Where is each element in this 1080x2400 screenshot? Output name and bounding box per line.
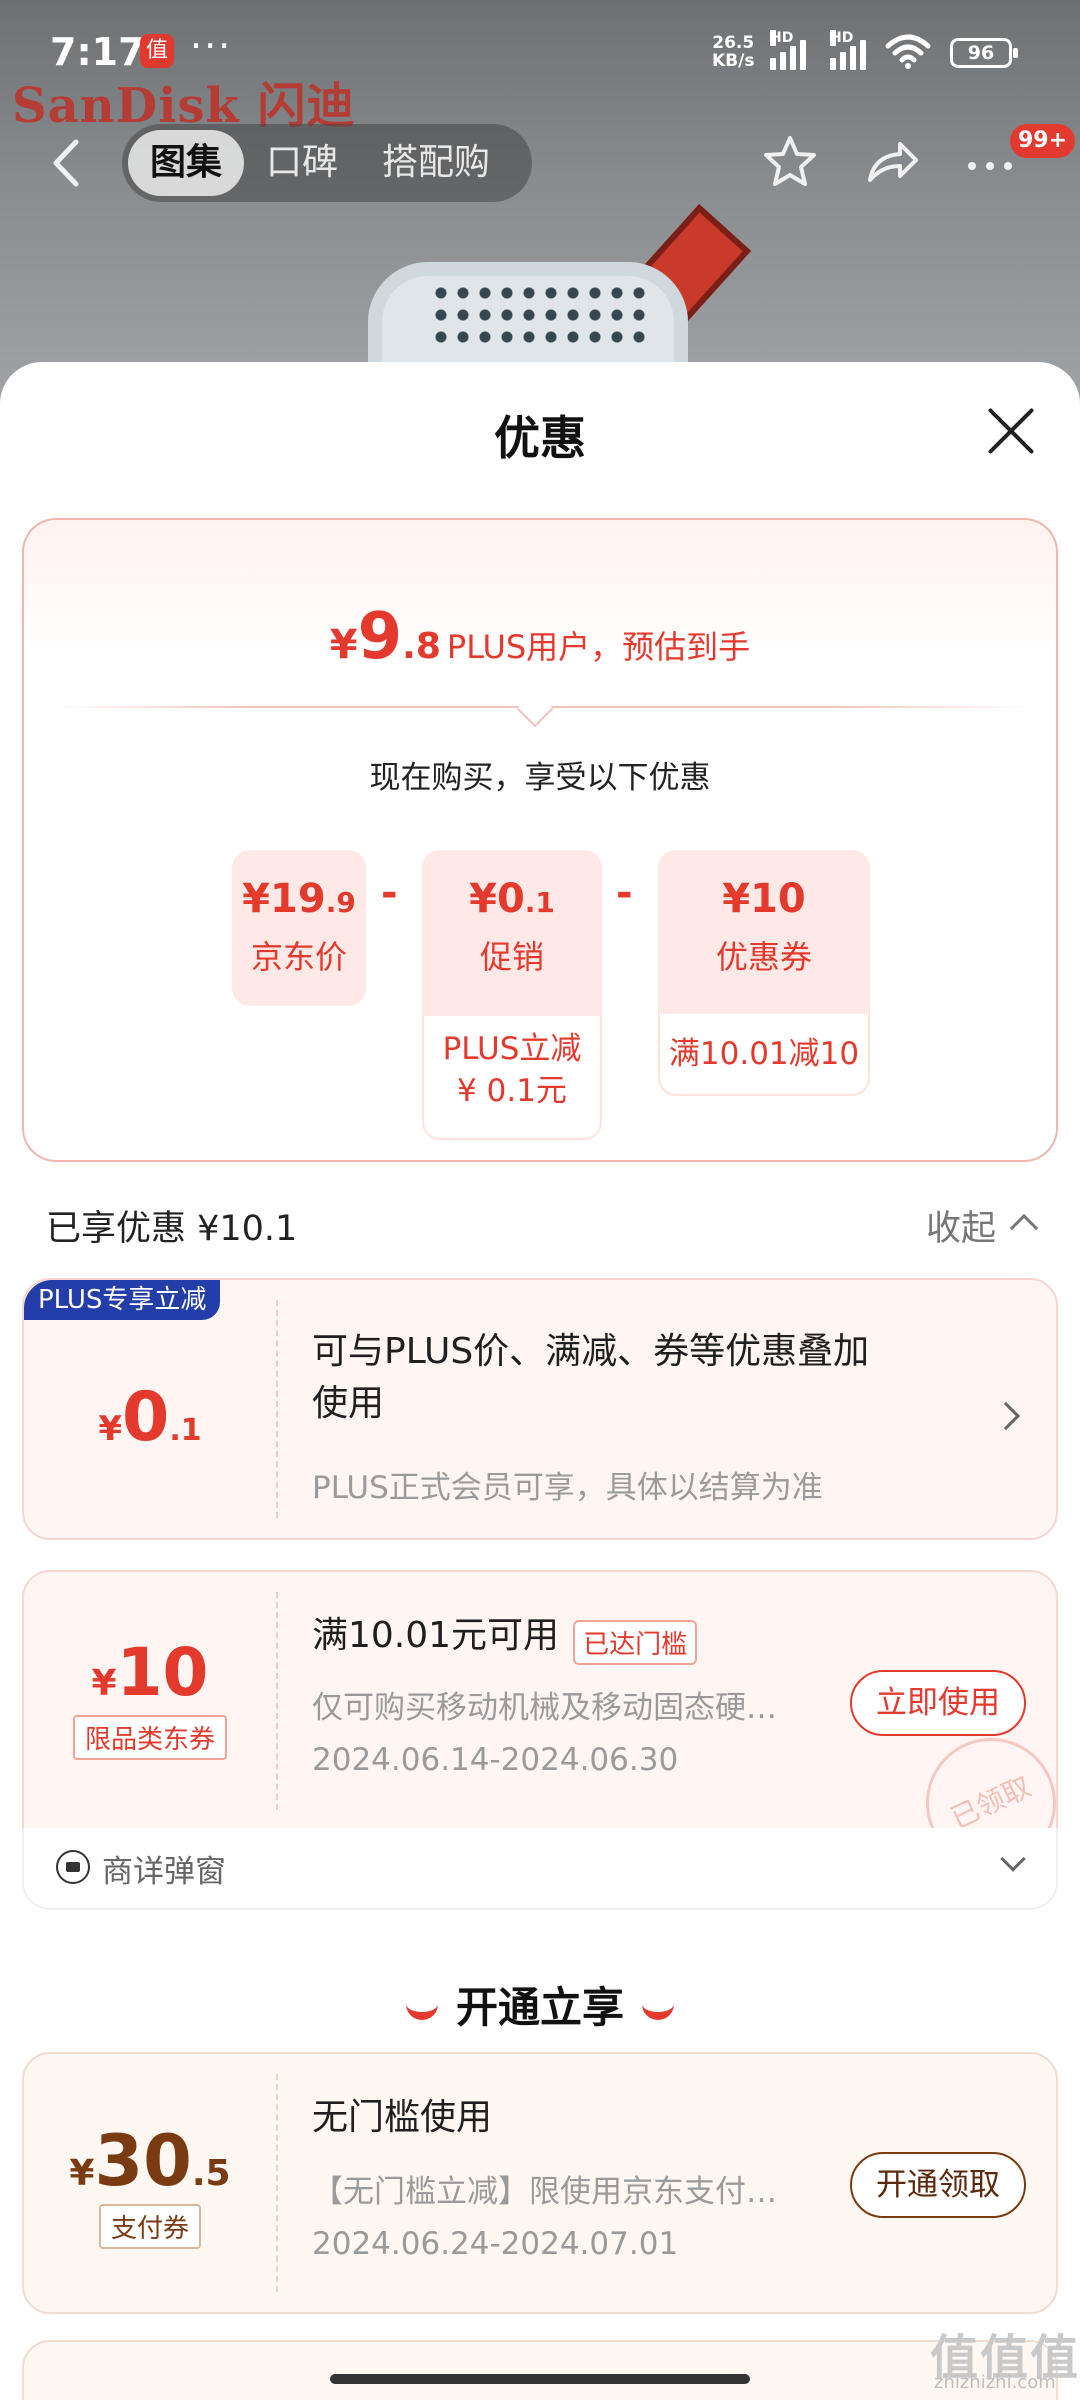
network-speed: 26.5 KB/s — [712, 33, 755, 71]
more-notifications-icon: ··· — [190, 24, 233, 68]
promotion-detail: PLUS立减 ¥ 0.1元 — [422, 1016, 602, 1140]
coupon-description: 仅可购买移动机械及移动固态硬… — [312, 1690, 777, 1726]
promotion-box: ¥0.1 促销 PLUS立减 ¥ 0.1元 — [422, 850, 602, 1140]
product-popup-row[interactable]: 商详弹窗 — [22, 1828, 1058, 1910]
close-button[interactable] — [984, 404, 1038, 458]
coupon-title: 满10.01元可用 — [312, 1615, 560, 1656]
back-arrow-icon[interactable] — [48, 138, 84, 188]
home-indicator[interactable] — [330, 2374, 750, 2384]
estimated-price: ¥9.8 PLUS用户，预估到手 — [329, 600, 751, 674]
chevron-down-icon[interactable] — [1000, 1846, 1026, 1872]
coupon-amount: ¥10 限品类东券 — [24, 1572, 276, 1830]
coupon-detail: 满10.01减10 — [658, 1014, 870, 1096]
product-tabs: 图集 口碑 搭配购 — [122, 124, 532, 202]
signal-1-icon: HD — [770, 30, 806, 70]
threshold-reached-tag: 已达门槛 — [573, 1620, 698, 1665]
smile-icon — [405, 2002, 438, 2020]
plus-discount-coupon[interactable]: ¥0.1 PLUS专享立减 可与PLUS价、满减、券等优惠叠加使用 PLUS正式… — [22, 1278, 1058, 1540]
chevron-up-icon[interactable] — [1009, 1213, 1039, 1243]
price-summary-card: ¥9.8 PLUS用户，预估到手 现在购买，享受以下优惠 ¥19.9 京东价 - … — [22, 518, 1058, 1162]
coupon-dates: 2024.06.14-2024.06.30 — [312, 1742, 679, 1778]
coupon-dates: 2024.06.24-2024.07.01 — [312, 2226, 679, 2262]
share-icon[interactable] — [862, 132, 922, 192]
tab-bundles[interactable]: 搭配购 — [360, 130, 512, 196]
enjoyed-discount-total: 已享优惠 ¥10.1 — [46, 1209, 298, 1249]
product-page-background: 7:17 值 ··· 26.5 KB/s HD HD 96 SanDisk 闪迪… — [0, 0, 1080, 420]
open-and-claim-button[interactable]: 开通领取 — [850, 2152, 1026, 2218]
coupon-box: ¥10 优惠券 满10.01减10 — [658, 850, 870, 1096]
jd-price-box: ¥19.9 京东价 — [232, 850, 366, 1006]
popup-label: 商详弹窗 — [102, 1854, 226, 1890]
popup-icon — [56, 1850, 90, 1884]
coupon-amount: ¥30.5 支付券 — [24, 2054, 276, 2312]
use-now-button[interactable]: 立即使用 — [850, 1670, 1026, 1736]
cart-count-badge: 99+ — [1010, 124, 1076, 158]
minus-sign: - — [616, 870, 633, 916]
sheet-title: 优惠 — [494, 411, 586, 465]
jd-coupon: ¥10 限品类东券 满10.01元可用 已达门槛 仅可购买移动机械及移动固态硬… … — [22, 1570, 1058, 1832]
favorite-star-icon[interactable] — [760, 132, 820, 192]
minus-sign: - — [381, 870, 398, 916]
coupon-type-tag: 限品类东券 — [72, 1715, 227, 1760]
coupon-type-tag: 支付券 — [98, 2204, 201, 2249]
payment-coupon: ¥30.5 支付券 无门槛使用 【无门槛立减】限使用京东支付… 2024.06.… — [22, 2052, 1058, 2314]
coupon-title: 无门槛使用 — [312, 2097, 493, 2138]
smile-icon — [642, 2002, 674, 2020]
divider-notch — [516, 690, 554, 728]
coupon-description: 【无门槛立减】限使用京东支付… — [312, 2174, 777, 2210]
wifi-icon — [885, 34, 931, 69]
discount-sheet: 优惠 ¥9.8 PLUS用户，预估到手 现在购买，享受以下优惠 ¥19.9 京东价… — [0, 362, 1080, 2400]
collapse-button[interactable]: 收起 — [926, 1200, 996, 1251]
product-image-texture — [430, 282, 650, 352]
app-notification-icon: 值 — [140, 34, 174, 68]
plus-exclusive-tag: PLUS专享立减 — [24, 1280, 221, 1320]
battery-icon: 96 — [950, 38, 1018, 68]
tab-gallery[interactable]: 图集 — [128, 130, 245, 196]
coupon-description: PLUS正式会员可享，具体以结算为准 — [312, 1470, 823, 1506]
next-coupon-card — [22, 2340, 1058, 2400]
enjoyed-discount-row: 已享优惠 ¥10.1 收起 — [0, 1200, 1080, 1260]
coupon-title: 可与PLUS价、满减、券等优惠叠加使用 — [312, 1331, 870, 1424]
open-enjoy-header: 开通立享 — [0, 1974, 1080, 2035]
signal-2-icon: HD — [830, 30, 866, 70]
buy-now-text: 现在购买，享受以下优惠 — [369, 760, 711, 796]
watermark-url: zhizhizhi.com — [934, 2372, 1056, 2393]
tab-reviews[interactable]: 口碑 — [244, 130, 360, 196]
